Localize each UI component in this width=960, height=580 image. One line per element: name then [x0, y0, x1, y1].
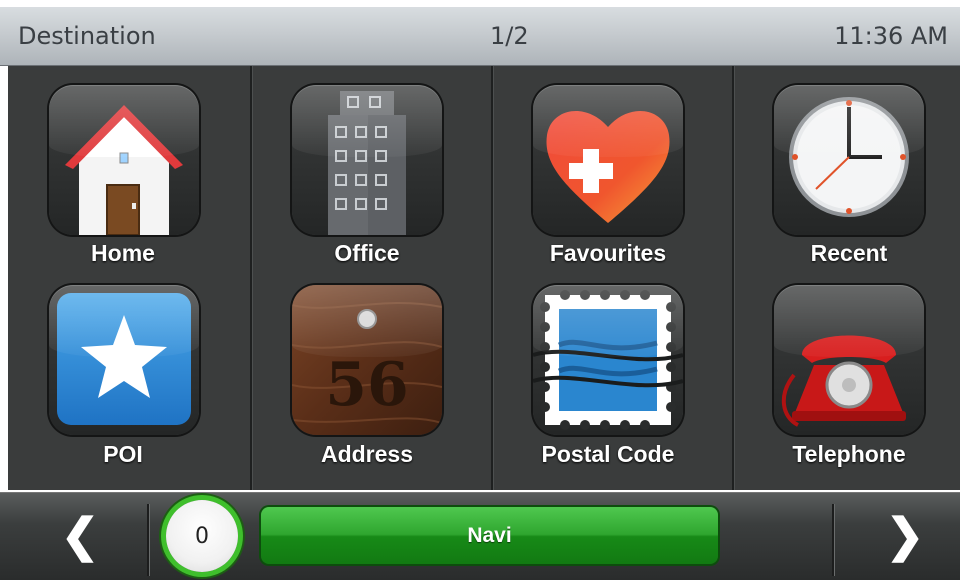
tile-label-home: Home: [91, 240, 155, 266]
tile-label-office: Office: [334, 240, 400, 266]
clock-time: 11:36 AM: [834, 22, 948, 50]
tile-label-favourites: Favourites: [549, 240, 667, 266]
house-icon: [65, 105, 183, 235]
tile-label-telephone: Telephone: [792, 441, 906, 467]
previous-page-button[interactable]: ❮: [10, 492, 150, 579]
address-button[interactable]: 56: [292, 285, 442, 435]
destination-screen: Destination 1/2 11:36 AM Home Office Fav…: [0, 0, 960, 580]
office-button[interactable]: [292, 85, 442, 235]
header-bar: Destination 1/2 11:36 AM: [0, 7, 960, 66]
address-number: 56: [325, 350, 409, 420]
postal-code-button[interactable]: [533, 285, 683, 435]
tile-label-address: Address: [320, 441, 414, 467]
tile-label-recent: Recent: [810, 240, 888, 266]
office-building-icon: [328, 91, 406, 235]
footer-separator: [832, 504, 834, 576]
page-indicator: 1/2: [490, 22, 529, 50]
heart-plus-icon: [546, 111, 670, 223]
poi-button[interactable]: [49, 285, 199, 435]
recent-button[interactable]: [774, 85, 924, 235]
postage-stamp-icon: [533, 290, 683, 430]
address-plaque-icon: 56: [292, 285, 442, 435]
tile-label-poi: POI: [103, 441, 143, 467]
destination-counter-badge[interactable]: 0: [166, 500, 238, 572]
next-page-button[interactable]: ❯: [835, 492, 960, 579]
column-divider: [491, 66, 493, 490]
star-icon: [57, 293, 191, 425]
page-title: Destination: [18, 22, 156, 50]
favourites-button[interactable]: [533, 85, 683, 235]
column-divider: [250, 66, 252, 490]
clock-icon: [789, 97, 909, 217]
telephone-button[interactable]: [774, 285, 924, 435]
tile-label-postal-code: Postal Code: [541, 441, 675, 467]
telephone-icon: [781, 335, 906, 427]
top-strip: [0, 0, 960, 7]
navi-button[interactable]: Navi: [261, 507, 718, 564]
column-divider: [732, 66, 734, 490]
footer-separator: [147, 504, 149, 576]
home-button[interactable]: [49, 85, 199, 235]
